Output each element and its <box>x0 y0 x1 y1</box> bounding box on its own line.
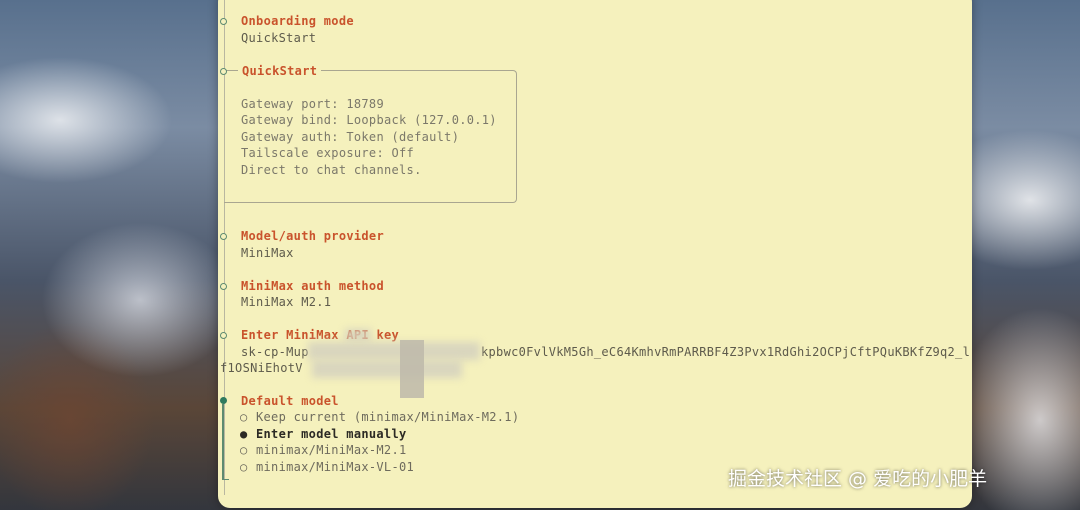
api-key-redaction-1 <box>308 342 480 360</box>
radio-icon: ○ <box>240 460 248 474</box>
step-node-quickstart <box>220 68 227 75</box>
api-key-redaction-block <box>400 340 424 398</box>
radio-icon: ○ <box>240 410 248 424</box>
quickstart-line-tailscale: Tailscale exposure: Off <box>241 146 415 160</box>
onboarding-mode-value: QuickStart <box>241 31 317 45</box>
quickstart-line-auth: Gateway auth: Token (default) <box>241 130 460 144</box>
auth-method-value: MiniMax M2.1 <box>241 295 332 309</box>
rail-end <box>224 479 229 480</box>
option-label: minimax/MiniMax-VL-01 <box>256 460 415 474</box>
provider-value: MiniMax <box>241 246 294 260</box>
option-label: Enter model manually <box>256 427 407 441</box>
default-model-title: Default model <box>241 394 339 408</box>
step-node-provider <box>220 233 227 240</box>
radio-icon: ○ <box>240 443 248 457</box>
quickstart-line-channels: Direct to chat channels. <box>241 163 422 177</box>
api-key-line2-start: f1OSNiEhotV <box>220 361 303 375</box>
api-key-line1-end: kpbwc0FvlVkM5Gh_eC64KmhvRmPARRBF4Z3Pvx1R… <box>481 345 971 359</box>
onboarding-mode-title: Onboarding mode <box>241 14 354 28</box>
provider-title: Model/auth provider <box>241 229 384 243</box>
quickstart-title: QuickStart <box>238 63 322 79</box>
api-key-line1-start: sk-cp-Mup <box>241 345 309 359</box>
step-node-onboarding <box>220 18 227 25</box>
option-label: minimax/MiniMax-M2.1 <box>256 443 407 457</box>
quickstart-line-bind: Gateway bind: Loopback (127.0.0.1) <box>241 113 497 127</box>
step-node-auth-method <box>220 283 227 290</box>
rail-accent <box>222 404 224 480</box>
api-key-title-redaction <box>345 329 371 341</box>
api-key-title: Enter MiniMax API key <box>241 328 400 342</box>
quickstart-line-port: Gateway port: 18789 <box>241 97 384 111</box>
watermark-text: 掘金技术社区 @ 爱吃的小肥羊 <box>728 468 988 490</box>
step-node-api-key <box>220 332 227 339</box>
option-label: Keep current (minimax/MiniMax-M2.1) <box>256 410 520 424</box>
step-node-default-model <box>220 397 227 404</box>
radio-selected-icon: ● <box>240 427 248 441</box>
api-key-redaction-2 <box>312 360 462 378</box>
auth-method-title: MiniMax auth method <box>241 279 384 293</box>
